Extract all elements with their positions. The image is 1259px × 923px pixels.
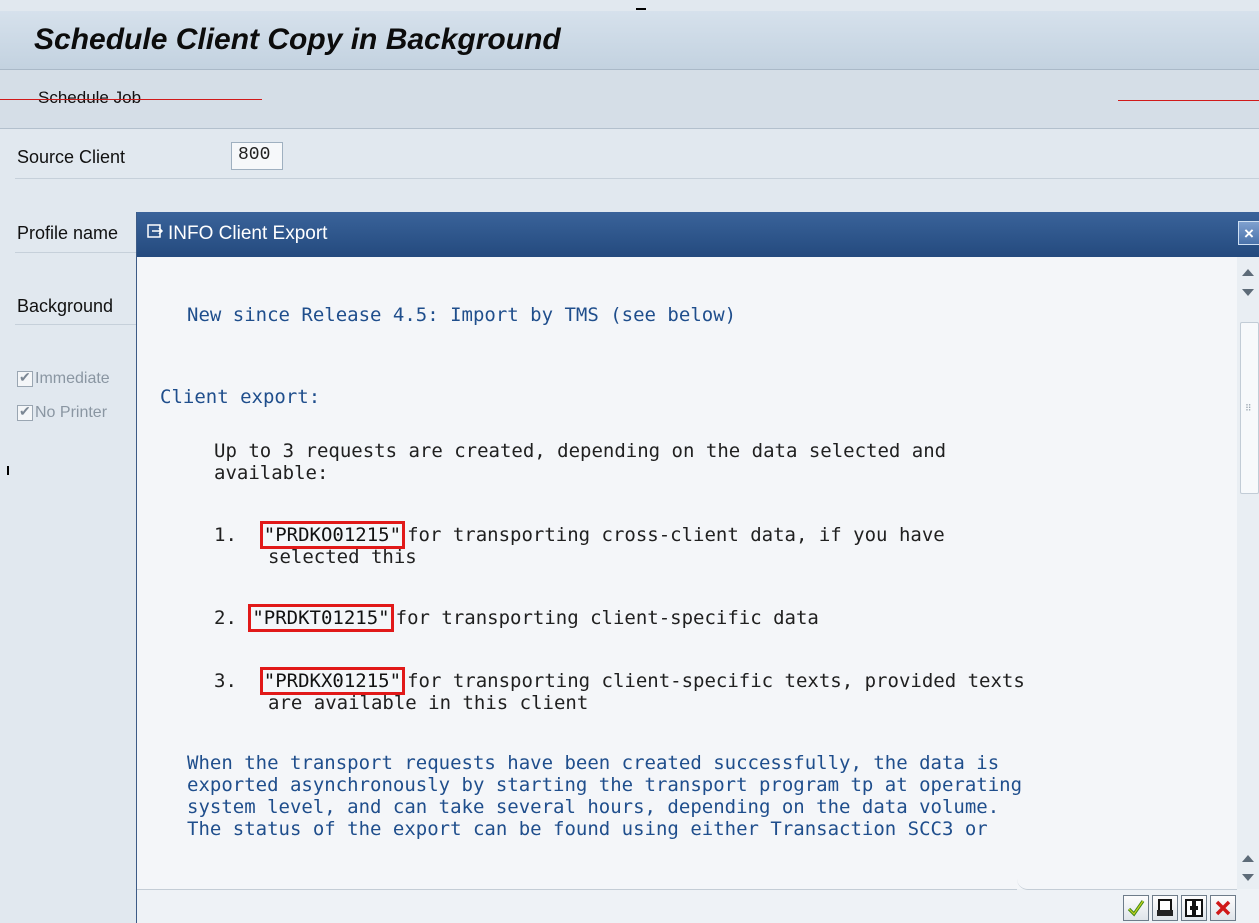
source-client-label: Source Client: [17, 147, 126, 167]
continue-button[interactable]: [1123, 895, 1149, 921]
heading-text: New since Release 4.5: Import by TMS (se…: [187, 304, 737, 326]
info-dialog: INFO Client Export × New since Release 4…: [136, 212, 1259, 923]
dialog-title-bar: INFO Client Export ×: [137, 212, 1259, 257]
item-number: 1.: [214, 524, 237, 546]
cancel-icon: [1215, 900, 1231, 916]
continue-icon: [1127, 900, 1145, 917]
page-title: Schedule Client Copy in Background: [34, 23, 561, 56]
checkbox-checked-icon: [17, 403, 33, 421]
immediately-checkbox[interactable]: Immediate: [17, 369, 110, 388]
paragraph-line: The status of the export can be found us…: [187, 818, 988, 840]
vertical-scrollbar[interactable]: ⠿: [1237, 257, 1259, 889]
item-number: 3.: [214, 670, 237, 692]
profile-name-label: Profile name: [17, 223, 119, 243]
scroll-up-icon[interactable]: [1242, 855, 1254, 862]
scroll-up-icon[interactable]: [1242, 269, 1254, 276]
print-button[interactable]: [1152, 895, 1178, 921]
checkbox-checked-icon: [17, 369, 33, 387]
save-icon: [1185, 899, 1203, 917]
info-window-icon: [147, 224, 164, 238]
dialog-footer: [137, 889, 1259, 923]
divider: [137, 889, 1017, 890]
divider: [15, 178, 1259, 179]
top-mark: [636, 8, 646, 10]
dialog-content: New since Release 4.5: Import by TMS (se…: [137, 257, 1237, 889]
paragraph-line: system level, and can take several hours…: [187, 796, 1000, 818]
left-mark: [7, 466, 9, 475]
schedule-job-button[interactable]: Schedule Job: [38, 88, 141, 108]
paragraph-line: exported asynchronously by starting the …: [187, 774, 1023, 796]
list-item: 2. "PRDKT01215" for transporting client-s…: [214, 604, 819, 632]
list-item: 1. "PRDKO01215" for transporting cross-cl…: [214, 521, 945, 549]
scroll-down-icon[interactable]: [1242, 289, 1254, 296]
source-client-input[interactable]: 800: [231, 142, 283, 170]
list-item: 3. "PRDKX01215" for transporting client-s…: [214, 667, 1025, 695]
item-text: for transporting client-specific data: [395, 607, 819, 629]
title-bar: Schedule Client Copy in Background: [0, 11, 1259, 70]
background-label: Background: [17, 296, 114, 316]
item-text: are available in this client: [268, 692, 589, 714]
grip-icon: ⠿: [1245, 403, 1252, 413]
item-text: for transporting cross-client data, if y…: [407, 524, 945, 546]
close-icon: ×: [1244, 224, 1254, 243]
cancel-button[interactable]: [1210, 895, 1236, 921]
immediately-label: Immediate: [35, 370, 110, 387]
section-heading: Client export:: [160, 386, 321, 408]
request-code-highlight: "PRDKO01215": [259, 521, 406, 549]
save-button[interactable]: [1181, 895, 1207, 921]
request-code-highlight: "PRDKX01215": [259, 667, 406, 695]
divider: [1017, 879, 1237, 890]
paragraph-line: When the transport requests have been cr…: [187, 752, 1000, 774]
request-code-highlight: "PRDKT01215": [248, 604, 394, 632]
no-printer-checkbox[interactable]: No Printer: [17, 403, 108, 422]
annotation-line-left: [0, 99, 262, 100]
item-text: for transporting client-specific texts, …: [407, 670, 1025, 692]
annotation-line-right: [1118, 100, 1259, 101]
scroll-down-icon[interactable]: [1242, 874, 1254, 881]
intro-text: available:: [214, 462, 329, 484]
intro-text: Up to 3 requests are created, depending …: [214, 440, 947, 462]
item-number: 2.: [214, 607, 237, 629]
dialog-title: INFO Client Export: [168, 223, 328, 244]
no-printer-label: No Printer: [35, 404, 108, 421]
scroll-thumb[interactable]: ⠿: [1240, 322, 1259, 494]
item-text: selected this: [268, 546, 417, 568]
close-button[interactable]: ×: [1238, 221, 1259, 245]
print-icon: [1157, 899, 1173, 916]
